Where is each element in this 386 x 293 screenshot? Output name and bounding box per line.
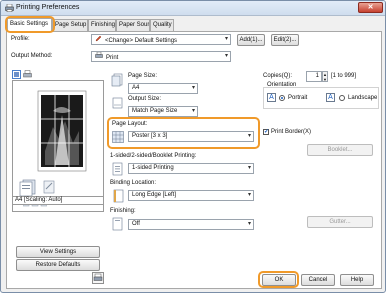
title-bar: Printing Preferences ✕ (1, 1, 385, 16)
page-size-value: A4 (132, 85, 140, 91)
tab-basic-settings[interactable]: Basic Settings (7, 18, 52, 31)
portrait-radio[interactable] (279, 95, 285, 102)
chevron-down-icon: ▾ (247, 221, 251, 227)
binding-location-value: Long Edge [Left] (132, 192, 177, 198)
printing-preferences-window: Printing Preferences ✕ Basic Settings Pa… (0, 0, 386, 293)
landscape-icon: A (326, 93, 335, 102)
scaling-status: A4 [Scaling: Auto] (12, 196, 104, 205)
copies-range: [1 to 999] (331, 73, 357, 79)
output-size-value: Match Page Size (132, 108, 178, 114)
edit-profile-button[interactable]: Edit(2)... (271, 34, 299, 46)
chevron-down-icon: ▾ (247, 133, 251, 139)
restore-defaults-button[interactable]: Restore Defaults (16, 259, 100, 271)
pencil-icon (95, 35, 102, 44)
window-title: Printing Preferences (16, 4, 80, 11)
tab-quality[interactable]: Quality (150, 19, 174, 31)
output-size-icon (111, 96, 125, 112)
output-method-label: Output Method: (11, 53, 53, 59)
duplex-select[interactable]: 1-sided Printing ▾ (128, 163, 254, 174)
page-size-select[interactable]: A4 ▾ (128, 83, 198, 94)
print-preview (12, 80, 104, 212)
gutter-button[interactable]: Gutter... (307, 216, 373, 228)
duplex-value: 1-sided Printing (132, 165, 174, 171)
booklet-button[interactable]: Booklet... (307, 144, 373, 156)
finishing-preview-icon (41, 179, 57, 197)
printer-icon (95, 52, 103, 61)
profile-select[interactable]: <Change> Default Settings ▾ (91, 34, 231, 45)
close-button[interactable]: ✕ (358, 2, 383, 13)
chevron-down-icon: ▾ (224, 36, 228, 42)
duplex-label: 1-sided/2-sided/Booklet Printing: (110, 153, 197, 159)
binding-location-select[interactable]: Long Edge [Left] ▾ (128, 190, 254, 201)
printer-info-icon[interactable] (92, 272, 104, 284)
duplex-icon (111, 162, 125, 178)
copies-spinner[interactable]: ▲ ▼ (322, 71, 328, 82)
portrait-icon: A (267, 93, 276, 102)
output-size-select[interactable]: Match Page Size ▾ (128, 106, 198, 117)
print-border-label: Print Border(X) (271, 129, 312, 135)
tab-paper-source[interactable]: Paper Source (116, 19, 150, 31)
page-size-label: Page Size: (128, 73, 158, 79)
landscape-label: Landscape (348, 95, 378, 101)
profile-value: <Change> Default Settings (105, 38, 178, 45)
chevron-down-icon: ▾ (247, 192, 251, 198)
chevron-down-icon: ▾ (191, 85, 195, 91)
page-layout-value: Poster [3 x 3] (132, 133, 168, 139)
orientation-group: A Portrait A Landscape (263, 87, 379, 109)
page-layout-select[interactable]: Poster [3 x 3] ▾ (128, 131, 254, 142)
profile-label: Profile: (11, 36, 30, 42)
finishing-value: Off (132, 221, 140, 227)
finishing-label: Finishing: (110, 208, 136, 214)
poster-layout-icon (112, 131, 124, 145)
help-button[interactable]: Help (340, 274, 374, 286)
landscape-radio[interactable] (339, 95, 345, 102)
binding-icon (111, 189, 125, 205)
output-size-label: Output Size: (128, 96, 162, 102)
cancel-button[interactable]: Cancel (301, 274, 335, 286)
view-settings-button[interactable]: View Settings (16, 246, 100, 258)
basic-settings-panel: Profile: <Change> Default Settings ▾ Add… (6, 31, 382, 289)
chevron-down-icon: ▾ (224, 53, 228, 59)
chevron-down-icon: ▾ (247, 165, 251, 171)
preview-toolbar (12, 70, 42, 80)
output-method-value: Print (106, 55, 119, 62)
output-method-select[interactable]: Print ▾ (91, 51, 231, 62)
finishing-icon (111, 217, 125, 233)
page-layout-label: Page Layout: (112, 121, 148, 127)
print-border-checkbox[interactable]: ✓ (263, 129, 269, 136)
tab-finishing[interactable]: Finishing (88, 19, 116, 31)
finishing-select[interactable]: Off ▾ (128, 219, 254, 230)
page-size-icon (111, 73, 125, 89)
binding-location-label: Binding Location: (110, 180, 157, 186)
chevron-down-icon: ▾ (191, 108, 195, 114)
copies-input[interactable]: 1 (306, 71, 322, 82)
tab-page-setup[interactable]: Page Setup (52, 19, 88, 31)
printer-icon (5, 3, 14, 13)
copies-label: Copies(Q): (263, 73, 293, 79)
add-profile-button[interactable]: Add(1)... (237, 34, 265, 46)
portrait-label: Portrait (288, 95, 308, 101)
ok-button[interactable]: OK (262, 274, 296, 286)
